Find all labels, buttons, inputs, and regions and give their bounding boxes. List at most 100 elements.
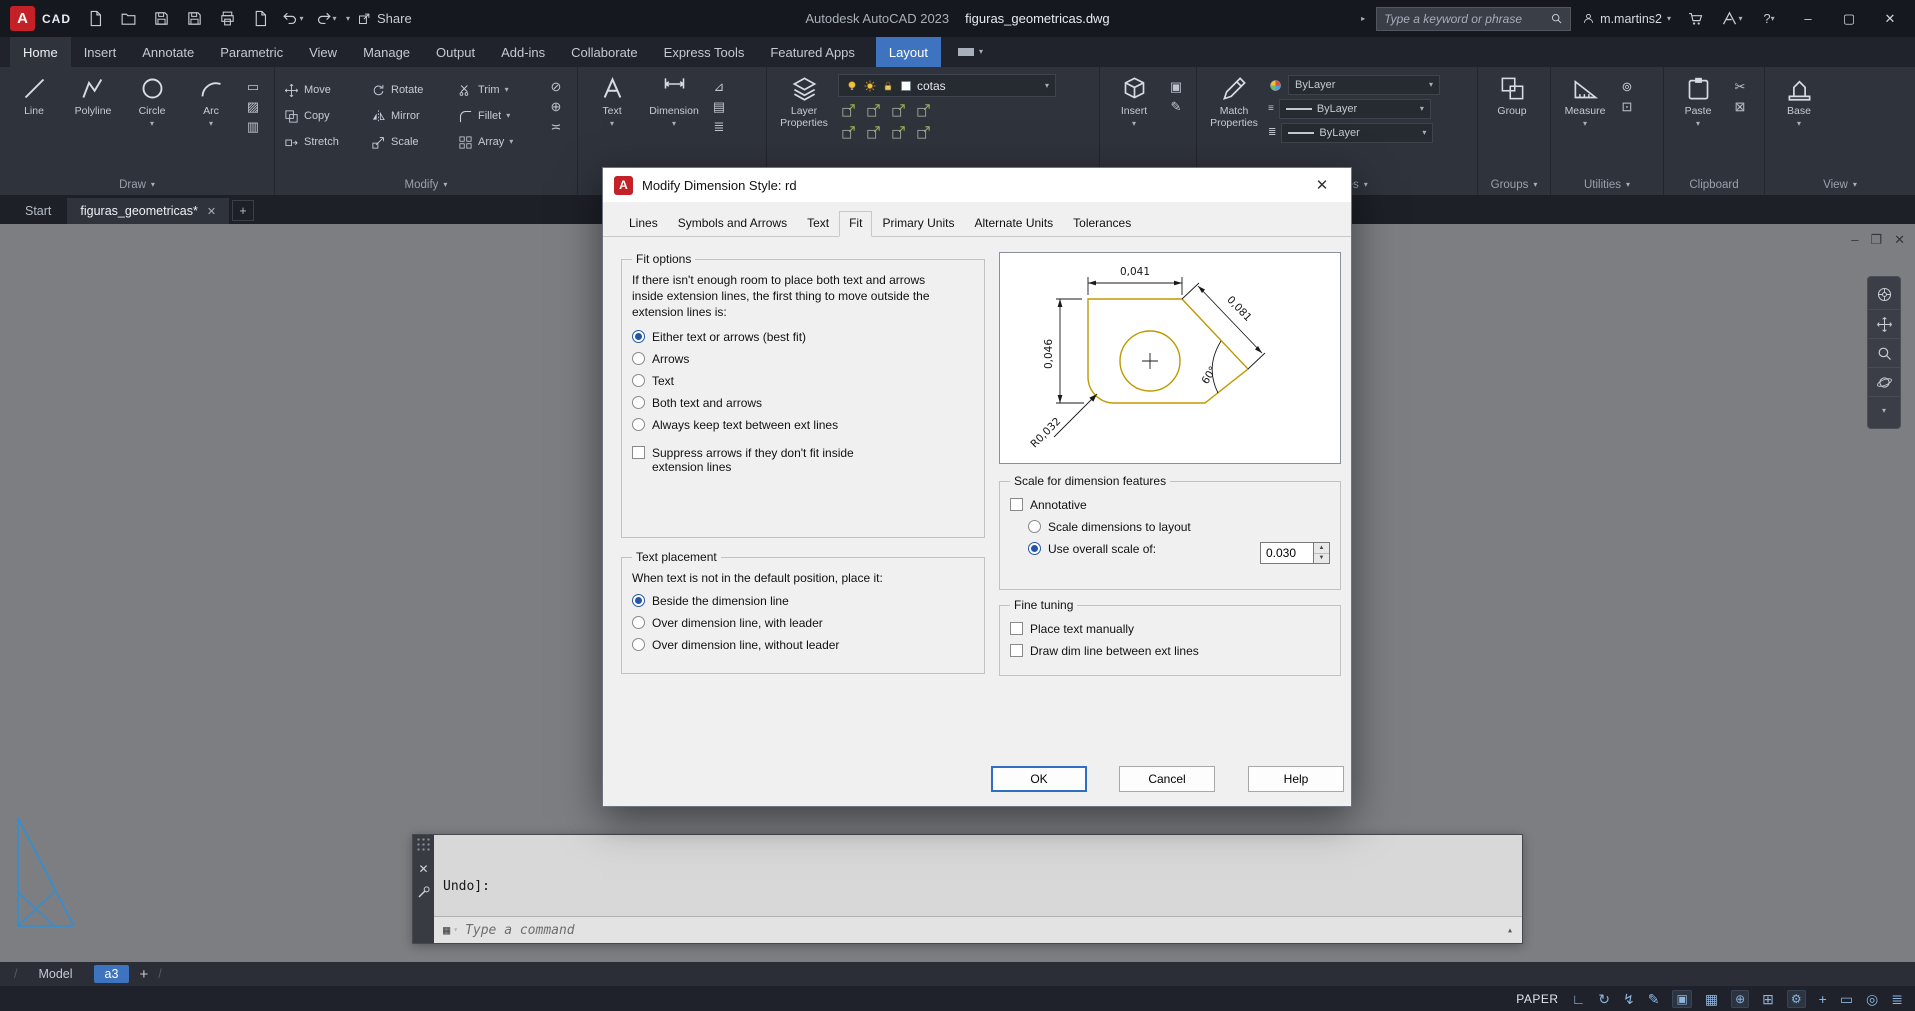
spinner-up-icon[interactable]: ▲: [1314, 543, 1329, 553]
dialog-close-button[interactable]: ✕: [1304, 176, 1340, 194]
panel-label-draw[interactable]: Draw ▾: [0, 174, 274, 195]
pencil-icon[interactable]: ✎: [1648, 992, 1660, 1006]
chevron-down-icon[interactable]: ▾: [332, 14, 336, 23]
radio-icon[interactable]: [1028, 542, 1041, 555]
command-input-row[interactable]: ▦▾ ▴: [434, 916, 1522, 943]
layer-walk-icon[interactable]: [915, 124, 932, 141]
command-panel-grip[interactable]: ✕: [413, 835, 434, 943]
radio-icon[interactable]: [632, 396, 645, 409]
rectangle-tool-icon[interactable]: ▭: [247, 80, 259, 93]
edit-block-icon[interactable]: ✎: [1171, 100, 1182, 113]
radio-icon[interactable]: [632, 374, 645, 387]
checkbox-place-text-manually[interactable]: Place text manually: [1010, 622, 1330, 636]
share-button[interactable]: Share: [357, 11, 412, 26]
hatch-tool-icon[interactable]: ▨: [247, 100, 259, 113]
layer-on-all-icon[interactable]: [890, 124, 907, 141]
monitor-icon[interactable]: ▭: [1840, 992, 1853, 1006]
tab-view[interactable]: View: [296, 37, 350, 67]
viewport-minimize-icon[interactable]: –: [1851, 232, 1858, 248]
dialog-title-bar[interactable]: A Modify Dimension Style: rd ✕: [603, 168, 1351, 202]
checkbox-icon[interactable]: [632, 446, 645, 459]
tab-output[interactable]: Output: [423, 37, 488, 67]
new-layout-button[interactable]: +: [139, 966, 148, 983]
app-menu-button[interactable]: A: [10, 6, 35, 31]
maximize-button[interactable]: ▢: [1834, 6, 1864, 32]
erase-tool-icon[interactable]: ⊘: [551, 80, 562, 93]
help-button[interactable]: ? ▾: [1756, 6, 1782, 32]
qat-more-icon[interactable]: ▾: [346, 14, 350, 23]
command-input[interactable]: [465, 922, 1500, 938]
offset-tool-icon[interactable]: ≍: [551, 120, 562, 133]
stretch-button[interactable]: Stretch: [281, 129, 368, 155]
radio-over-without-leader[interactable]: Over dimension line, without leader: [632, 638, 974, 652]
layer-properties-button[interactable]: Layer Properties: [773, 72, 835, 174]
overall-scale-input[interactable]: [1260, 542, 1314, 564]
customize-menu-icon[interactable]: ≣: [1891, 992, 1903, 1006]
annotation-list-icon[interactable]: ≣: [714, 120, 725, 133]
ribbon-display-toggle[interactable]: ▾: [949, 37, 992, 67]
checkbox-icon[interactable]: [1010, 498, 1023, 511]
panel-label-view[interactable]: View ▾: [1765, 174, 1915, 195]
measure-button[interactable]: Measure ▾: [1557, 72, 1613, 174]
tab-fit[interactable]: Fit: [839, 211, 873, 237]
crosshair-icon[interactable]: ⊕: [1731, 989, 1750, 1008]
account-menu[interactable]: m.martins2 ▾: [1582, 12, 1671, 26]
tab-layout[interactable]: Layout: [875, 37, 941, 67]
tab-collaborate[interactable]: Collaborate: [558, 37, 651, 67]
command-options-button[interactable]: ▦ ▾: [443, 923, 458, 937]
panel-label-clipboard[interactable]: Clipboard: [1664, 174, 1764, 195]
cancel-button[interactable]: Cancel: [1119, 766, 1215, 792]
tab-primary-units[interactable]: Primary Units: [872, 211, 964, 236]
save-as-button[interactable]: [181, 6, 207, 32]
radio-icon[interactable]: [632, 638, 645, 651]
gear-icon[interactable]: ⚙: [1786, 989, 1806, 1008]
grid-icon[interactable]: ▦: [1705, 992, 1718, 1006]
radio-icon[interactable]: [632, 352, 645, 365]
arc-button[interactable]: Arc ▾: [183, 72, 239, 174]
command-panel[interactable]: ✕ Undo]: Select objects or specify first…: [412, 834, 1523, 944]
rotate-button[interactable]: Rotate: [368, 77, 455, 103]
leader-tool-icon[interactable]: ⊿: [714, 80, 725, 93]
search-input[interactable]: [1384, 11, 1546, 26]
spinner-down-icon[interactable]: ▼: [1314, 552, 1329, 563]
tab-annotate[interactable]: Annotate: [129, 37, 207, 67]
copy-button[interactable]: Copy: [281, 103, 368, 129]
lineweight-dropdown[interactable]: ByLayer ▾: [1278, 99, 1431, 119]
chevron-down-icon[interactable]: ▾: [1045, 81, 1049, 90]
dimension-button[interactable]: Dimension ▾: [643, 72, 705, 174]
radio-icon[interactable]: [632, 594, 645, 607]
drag-handle-icon[interactable]: [416, 837, 431, 853]
checkbox-annotative[interactable]: Annotative: [1010, 498, 1330, 512]
create-block-icon[interactable]: ▣: [1170, 80, 1182, 93]
radio-overall-scale[interactable]: Use overall scale of: ▲▼: [1028, 542, 1330, 564]
group-button[interactable]: Group: [1484, 72, 1540, 174]
checkbox-suppress-arrows[interactable]: Suppress arrows if they don't fit inside…: [632, 446, 974, 474]
command-expand-icon[interactable]: ▴: [1507, 925, 1513, 936]
table-tool-icon[interactable]: ▤: [713, 100, 725, 113]
paper-space-toggle[interactable]: PAPER: [1516, 992, 1558, 1006]
checkbox-icon[interactable]: [1010, 644, 1023, 657]
tab-add-ins[interactable]: Add-ins: [488, 37, 558, 67]
circle-button[interactable]: Circle ▾: [124, 72, 180, 174]
layer-on-bulb-icon[interactable]: [845, 79, 859, 93]
linetype-dropdown[interactable]: ByLayer ▾: [1281, 123, 1434, 143]
chevron-right-icon[interactable]: ▸: [1361, 14, 1365, 23]
panel-label-groups[interactable]: Groups ▾: [1478, 174, 1550, 195]
tab-featured-apps[interactable]: Featured Apps: [757, 37, 868, 67]
paste-button[interactable]: Paste ▾: [1670, 72, 1726, 174]
line-button[interactable]: Line: [6, 72, 62, 174]
plot-button[interactable]: [214, 6, 240, 32]
scale-button[interactable]: Scale: [368, 129, 455, 155]
checkbox-icon[interactable]: [1010, 622, 1023, 635]
steering-wheel-button[interactable]: [1868, 280, 1900, 309]
layer-off-icon[interactable]: [890, 102, 907, 119]
mirror-button[interactable]: Mirror: [368, 103, 455, 129]
plus-icon[interactable]: +: [1819, 992, 1827, 1006]
pan-button[interactable]: [1868, 309, 1900, 338]
tab-lines[interactable]: Lines: [619, 211, 668, 236]
copy-clip-icon[interactable]: ⊠: [1735, 100, 1746, 113]
autodesk-button[interactable]: ▾: [1719, 6, 1745, 32]
angle-icon[interactable]: ∟: [1572, 992, 1586, 1006]
viewport-close-icon[interactable]: ✕: [1894, 232, 1905, 248]
close-tab-icon[interactable]: ✕: [207, 205, 216, 218]
